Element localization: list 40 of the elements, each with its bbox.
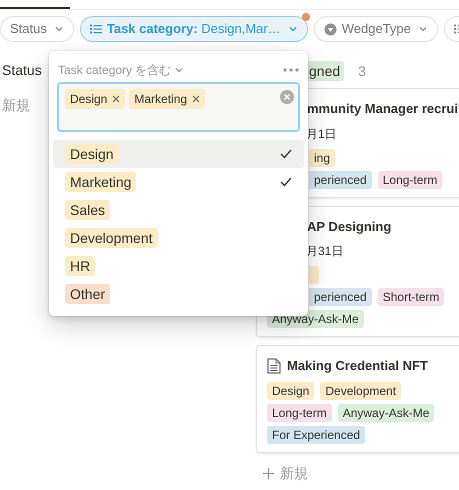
tag: ing — [309, 148, 336, 166]
document-icon — [267, 358, 281, 374]
group-count: 3 — [358, 62, 366, 80]
selected-tag: Design — [65, 89, 126, 109]
tag-icon — [324, 22, 337, 36]
remove-icon — [192, 95, 200, 103]
option-item[interactable]: Marketing — [53, 168, 304, 196]
clear-icon — [280, 90, 294, 104]
chevron-icon — [418, 24, 428, 34]
check-icon — [280, 149, 292, 159]
tag-input-field[interactable]: Design Marketing — [57, 82, 300, 132]
tag: Design — [267, 382, 314, 400]
chevron-icon — [174, 65, 184, 75]
remove-icon — [112, 95, 120, 103]
tag: For Experienced — [267, 426, 366, 444]
chevron-icon — [288, 24, 298, 34]
card[interactable]: Making Credential NFT Design Development Long-term Anyway-Ask-Me For Experienced — [256, 345, 459, 452]
filter-chip[interactable]: Status — [0, 16, 74, 42]
tag: Short-term — [378, 288, 444, 306]
card-date: 月31日 — [306, 243, 344, 260]
plus-icon — [263, 468, 274, 478]
option-item[interactable]: Design — [53, 140, 304, 168]
card-title: AP Designing — [307, 218, 392, 236]
check-icon — [280, 177, 292, 187]
card-title: Making Credential NFT — [287, 357, 428, 375]
tag: Development — [320, 382, 402, 400]
tag: Anyway-Ask-Me — [338, 404, 434, 422]
tag: Long-term — [378, 170, 442, 188]
tag: perienced — [309, 170, 372, 188]
tag: Long-term — [267, 404, 332, 422]
group-label: Status — [1, 61, 42, 80]
card-title: mmunity Manager recrui — [307, 100, 458, 118]
card-date: 月1日 — [306, 126, 338, 142]
chevron-icon — [54, 24, 64, 34]
filter-chip[interactable]: WedgeType — [314, 16, 438, 42]
more-icon — [283, 68, 299, 72]
selected-tag: Marketing — [129, 89, 206, 109]
tag: perienced — [309, 288, 372, 306]
group-tag: gned — [305, 61, 344, 81]
list-icon — [90, 23, 102, 35]
